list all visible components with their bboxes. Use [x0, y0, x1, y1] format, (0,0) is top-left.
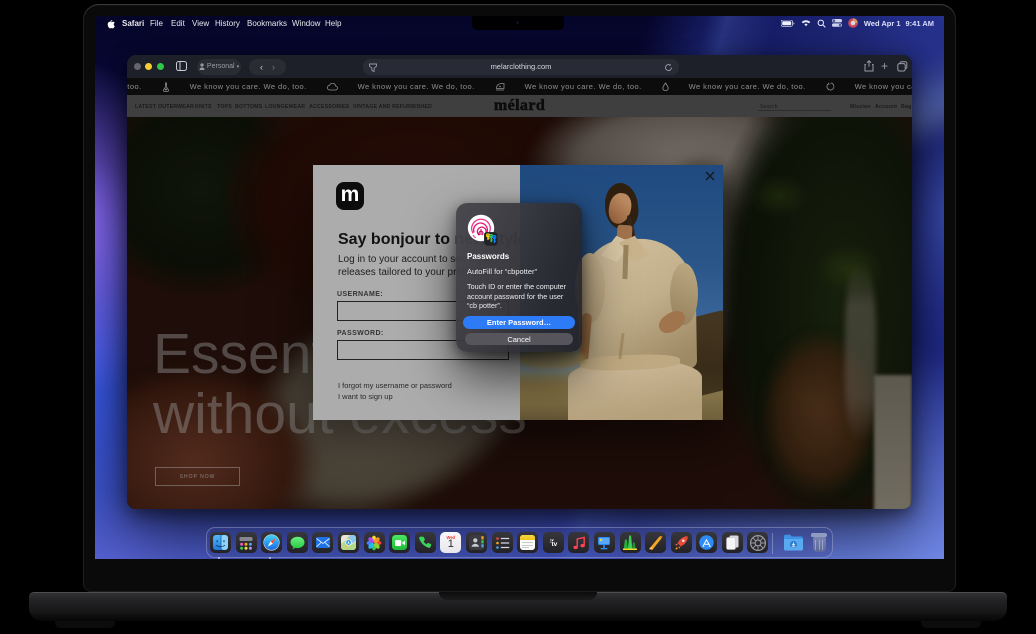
- svg-text:tv: tv: [551, 541, 557, 547]
